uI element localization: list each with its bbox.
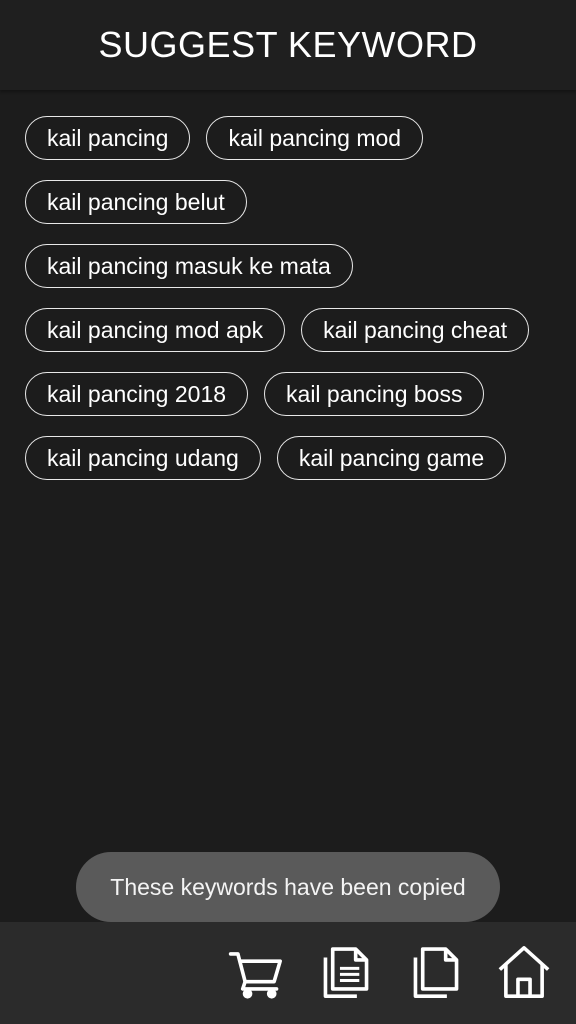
keyword-chip[interactable]: kail pancing cheat	[301, 308, 530, 352]
document-list-icon	[323, 947, 369, 998]
keyword-chip[interactable]: kail pancing belut	[25, 180, 247, 224]
copy-button[interactable]	[406, 942, 466, 1002]
keyword-chip[interactable]: kail pancing boss	[264, 372, 485, 416]
keyword-chip[interactable]: kail pancing mod apk	[25, 308, 286, 352]
shop-button[interactable]	[226, 942, 286, 1002]
keyword-chip[interactable]: kail pancing game	[276, 436, 507, 480]
page-title: SUGGEST KEYWORD	[98, 24, 478, 65]
keyword-chip[interactable]: kail pancing mod	[206, 116, 424, 160]
home-button[interactable]	[494, 942, 554, 1002]
copied-toast: These keywords have been copied	[76, 852, 500, 922]
keyword-chip[interactable]: kail pancing	[25, 116, 191, 160]
copy-icon	[413, 947, 459, 998]
cart-icon	[228, 952, 282, 999]
bottom-toolbar	[0, 922, 576, 1024]
keyword-chip[interactable]: kail pancing udang	[25, 436, 261, 480]
home-icon	[498, 946, 550, 998]
document-list-button[interactable]	[316, 942, 376, 1002]
keyword-chip[interactable]: kail pancing masuk ke mata	[25, 244, 353, 288]
keyword-chip[interactable]: kail pancing 2018	[25, 372, 249, 416]
keyword-chip-list: kail pancing kail pancing mod kail panci…	[25, 116, 555, 480]
app-header: SUGGEST KEYWORD	[0, 0, 576, 90]
toast-message: These keywords have been copied	[110, 873, 466, 900]
